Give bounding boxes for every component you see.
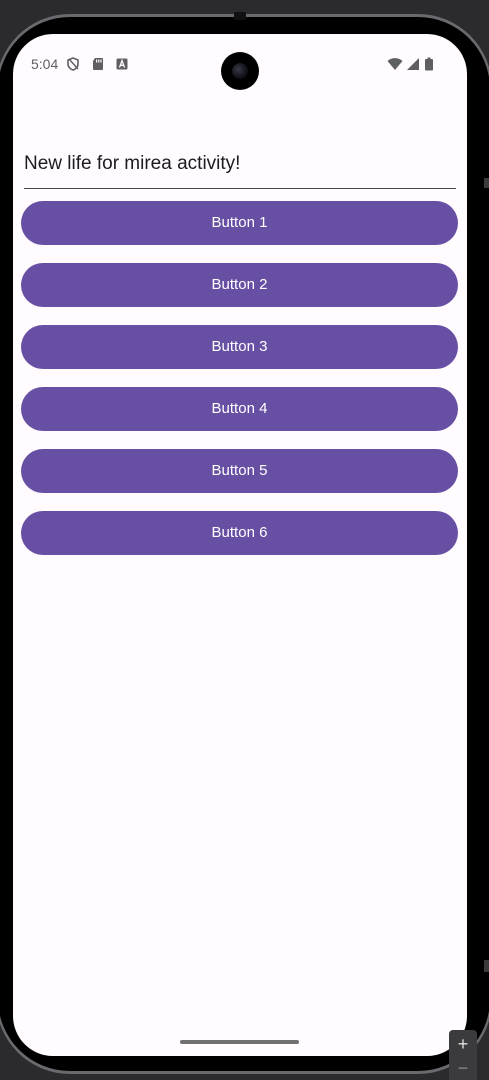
- side-hardware-button[interactable]: [484, 960, 489, 972]
- wifi-icon: [387, 58, 403, 70]
- sd-card-icon: [93, 58, 103, 70]
- phone-screen: 5:04 New life for mirea activity! Button…: [13, 34, 467, 1056]
- a-badge-icon: [116, 58, 128, 70]
- side-hardware-button[interactable]: [484, 178, 489, 188]
- front-camera: [221, 52, 259, 90]
- emulator-zoom-controls: + −: [449, 1030, 477, 1080]
- status-time: 5:04: [31, 56, 59, 72]
- signal-icon: [407, 58, 419, 70]
- title-text-field[interactable]: [24, 130, 456, 189]
- device-emulator: 5:04 New life for mirea activity! Button…: [0, 0, 489, 1080]
- shield-icon: [67, 57, 79, 71]
- zoom-in-button[interactable]: +: [449, 1032, 477, 1056]
- button-1[interactable]: Button 1: [21, 201, 458, 245]
- button-2[interactable]: Button 2: [21, 263, 458, 307]
- button-4[interactable]: Button 4: [21, 387, 458, 431]
- zoom-out-button[interactable]: −: [449, 1056, 477, 1080]
- gesture-navigation-bar[interactable]: [180, 1040, 299, 1044]
- button-6[interactable]: Button 6: [21, 511, 458, 555]
- top-sensor-notch: [234, 12, 246, 20]
- battery-icon: [425, 57, 433, 71]
- button-5[interactable]: Button 5: [21, 449, 458, 493]
- camera-lens: [232, 63, 248, 79]
- button-3[interactable]: Button 3: [21, 325, 458, 369]
